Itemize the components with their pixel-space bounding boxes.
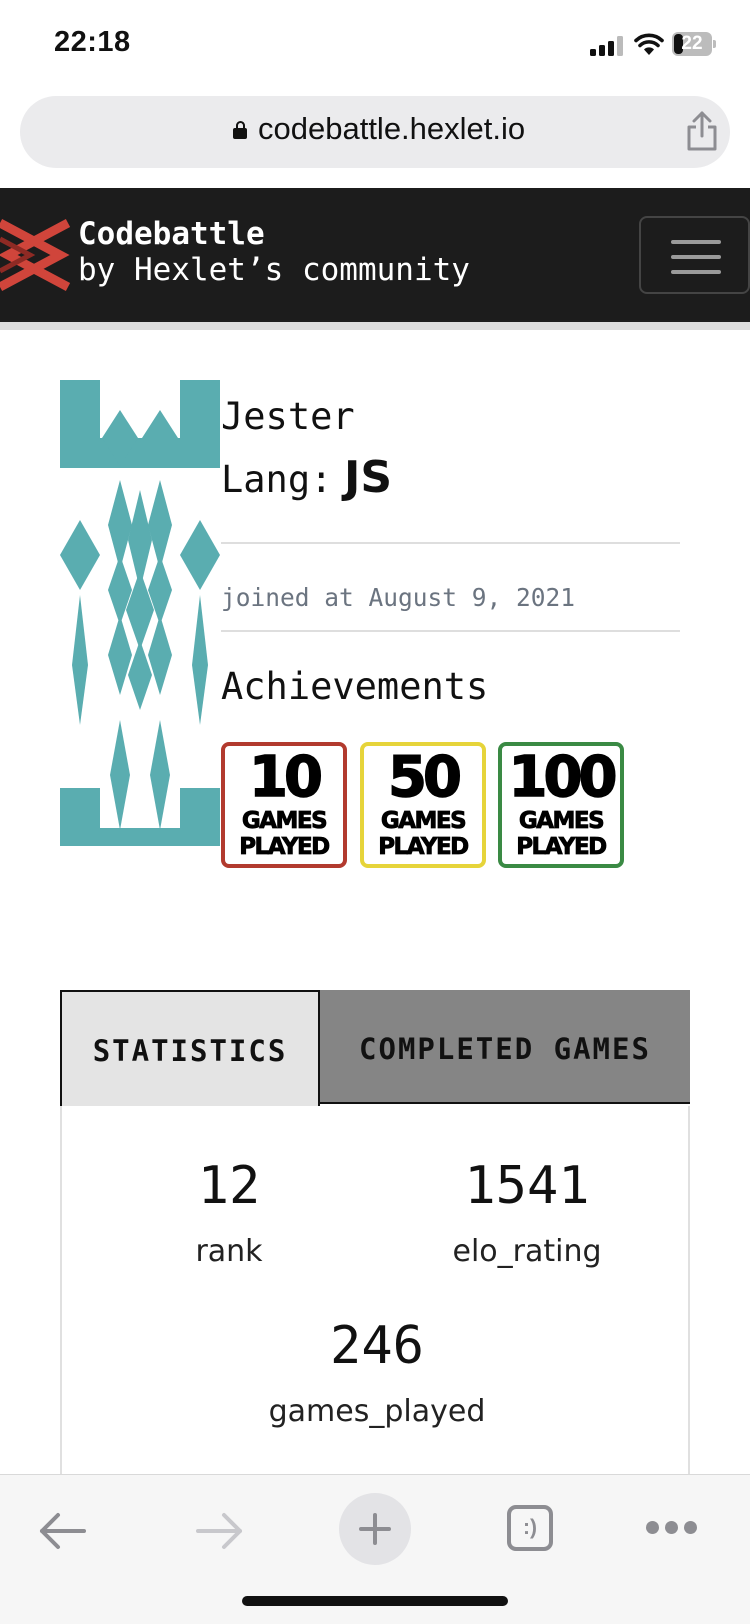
badge-number: 50	[387, 745, 462, 810]
more-options-icon[interactable]	[646, 1521, 697, 1535]
navbar-divider	[0, 322, 750, 330]
lang-value: JS	[344, 452, 393, 503]
elo-rating-value: 1541	[464, 1156, 590, 1216]
forward-arrow-icon[interactable]	[194, 1509, 244, 1553]
wifi-icon	[634, 33, 664, 55]
badge-number: 10	[248, 745, 323, 810]
plus-icon	[359, 1513, 391, 1545]
badge-number: 100	[508, 745, 618, 810]
brand-subtitle: by Hexlet’s community	[78, 252, 470, 288]
profile-divider	[221, 542, 680, 544]
statistics-panel: 12 rank 1541 elo_rating 246 games_played	[60, 1106, 690, 1476]
hamburger-menu-button[interactable]	[639, 216, 750, 294]
elo-rating-label: elo_rating	[452, 1234, 602, 1269]
cellular-signal-icon	[590, 36, 624, 56]
achievement-badge-100-games[interactable]: 100 GAMES PLAYED	[498, 742, 624, 868]
badge-line: GAMES	[380, 808, 467, 835]
badge-line: GAMES	[518, 808, 605, 835]
joined-date: joined at August 9, 2021	[221, 583, 576, 612]
badge-line: PLAYED	[516, 834, 608, 861]
brand-title[interactable]: Codebattle	[78, 216, 265, 252]
codebattle-logo-icon[interactable]	[0, 215, 72, 295]
share-icon[interactable]	[684, 110, 720, 152]
tab-statistics[interactable]: STATISTICS	[60, 990, 320, 1106]
tab-completed-games[interactable]: COMPLETED GAMES	[320, 990, 690, 1104]
achievement-badge-50-games[interactable]: 50 GAMES PLAYED	[360, 742, 486, 868]
rank-label: rank	[195, 1234, 263, 1269]
tabs-overview-icon[interactable]: :)	[507, 1505, 553, 1551]
battery-level: 22	[681, 33, 703, 54]
new-tab-button[interactable]	[339, 1493, 411, 1565]
games-played-label: games_played	[268, 1394, 486, 1429]
tab-label: STATISTICS	[92, 1034, 288, 1068]
address-bar[interactable]: codebattle.hexlet.io	[20, 96, 730, 168]
back-arrow-icon[interactable]	[38, 1509, 88, 1553]
achievement-badge-10-games[interactable]: 10 GAMES PLAYED	[221, 742, 347, 868]
user-name: Jester	[221, 395, 355, 438]
home-indicator	[242, 1596, 508, 1606]
status-time: 22:18	[54, 26, 131, 58]
lang-label: Lang:	[221, 458, 333, 501]
badge-line: PLAYED	[239, 834, 331, 861]
status-bar: 22:18 22	[0, 0, 750, 92]
lock-icon	[233, 121, 247, 139]
url-text[interactable]: codebattle.hexlet.io	[258, 111, 525, 147]
battery-icon: 22	[672, 32, 716, 56]
rank-value: 12	[197, 1156, 261, 1216]
tab-label: COMPLETED GAMES	[359, 1032, 651, 1066]
navbar: Codebattle by Hexlet’s community	[0, 188, 750, 322]
games-played-value: 246	[330, 1316, 424, 1376]
badge-line: GAMES	[241, 808, 328, 835]
user-avatar	[60, 380, 220, 846]
achievements-title: Achievements	[221, 665, 489, 708]
badge-line: PLAYED	[378, 834, 470, 861]
hamburger-icon	[671, 240, 721, 244]
profile-divider	[221, 630, 680, 632]
